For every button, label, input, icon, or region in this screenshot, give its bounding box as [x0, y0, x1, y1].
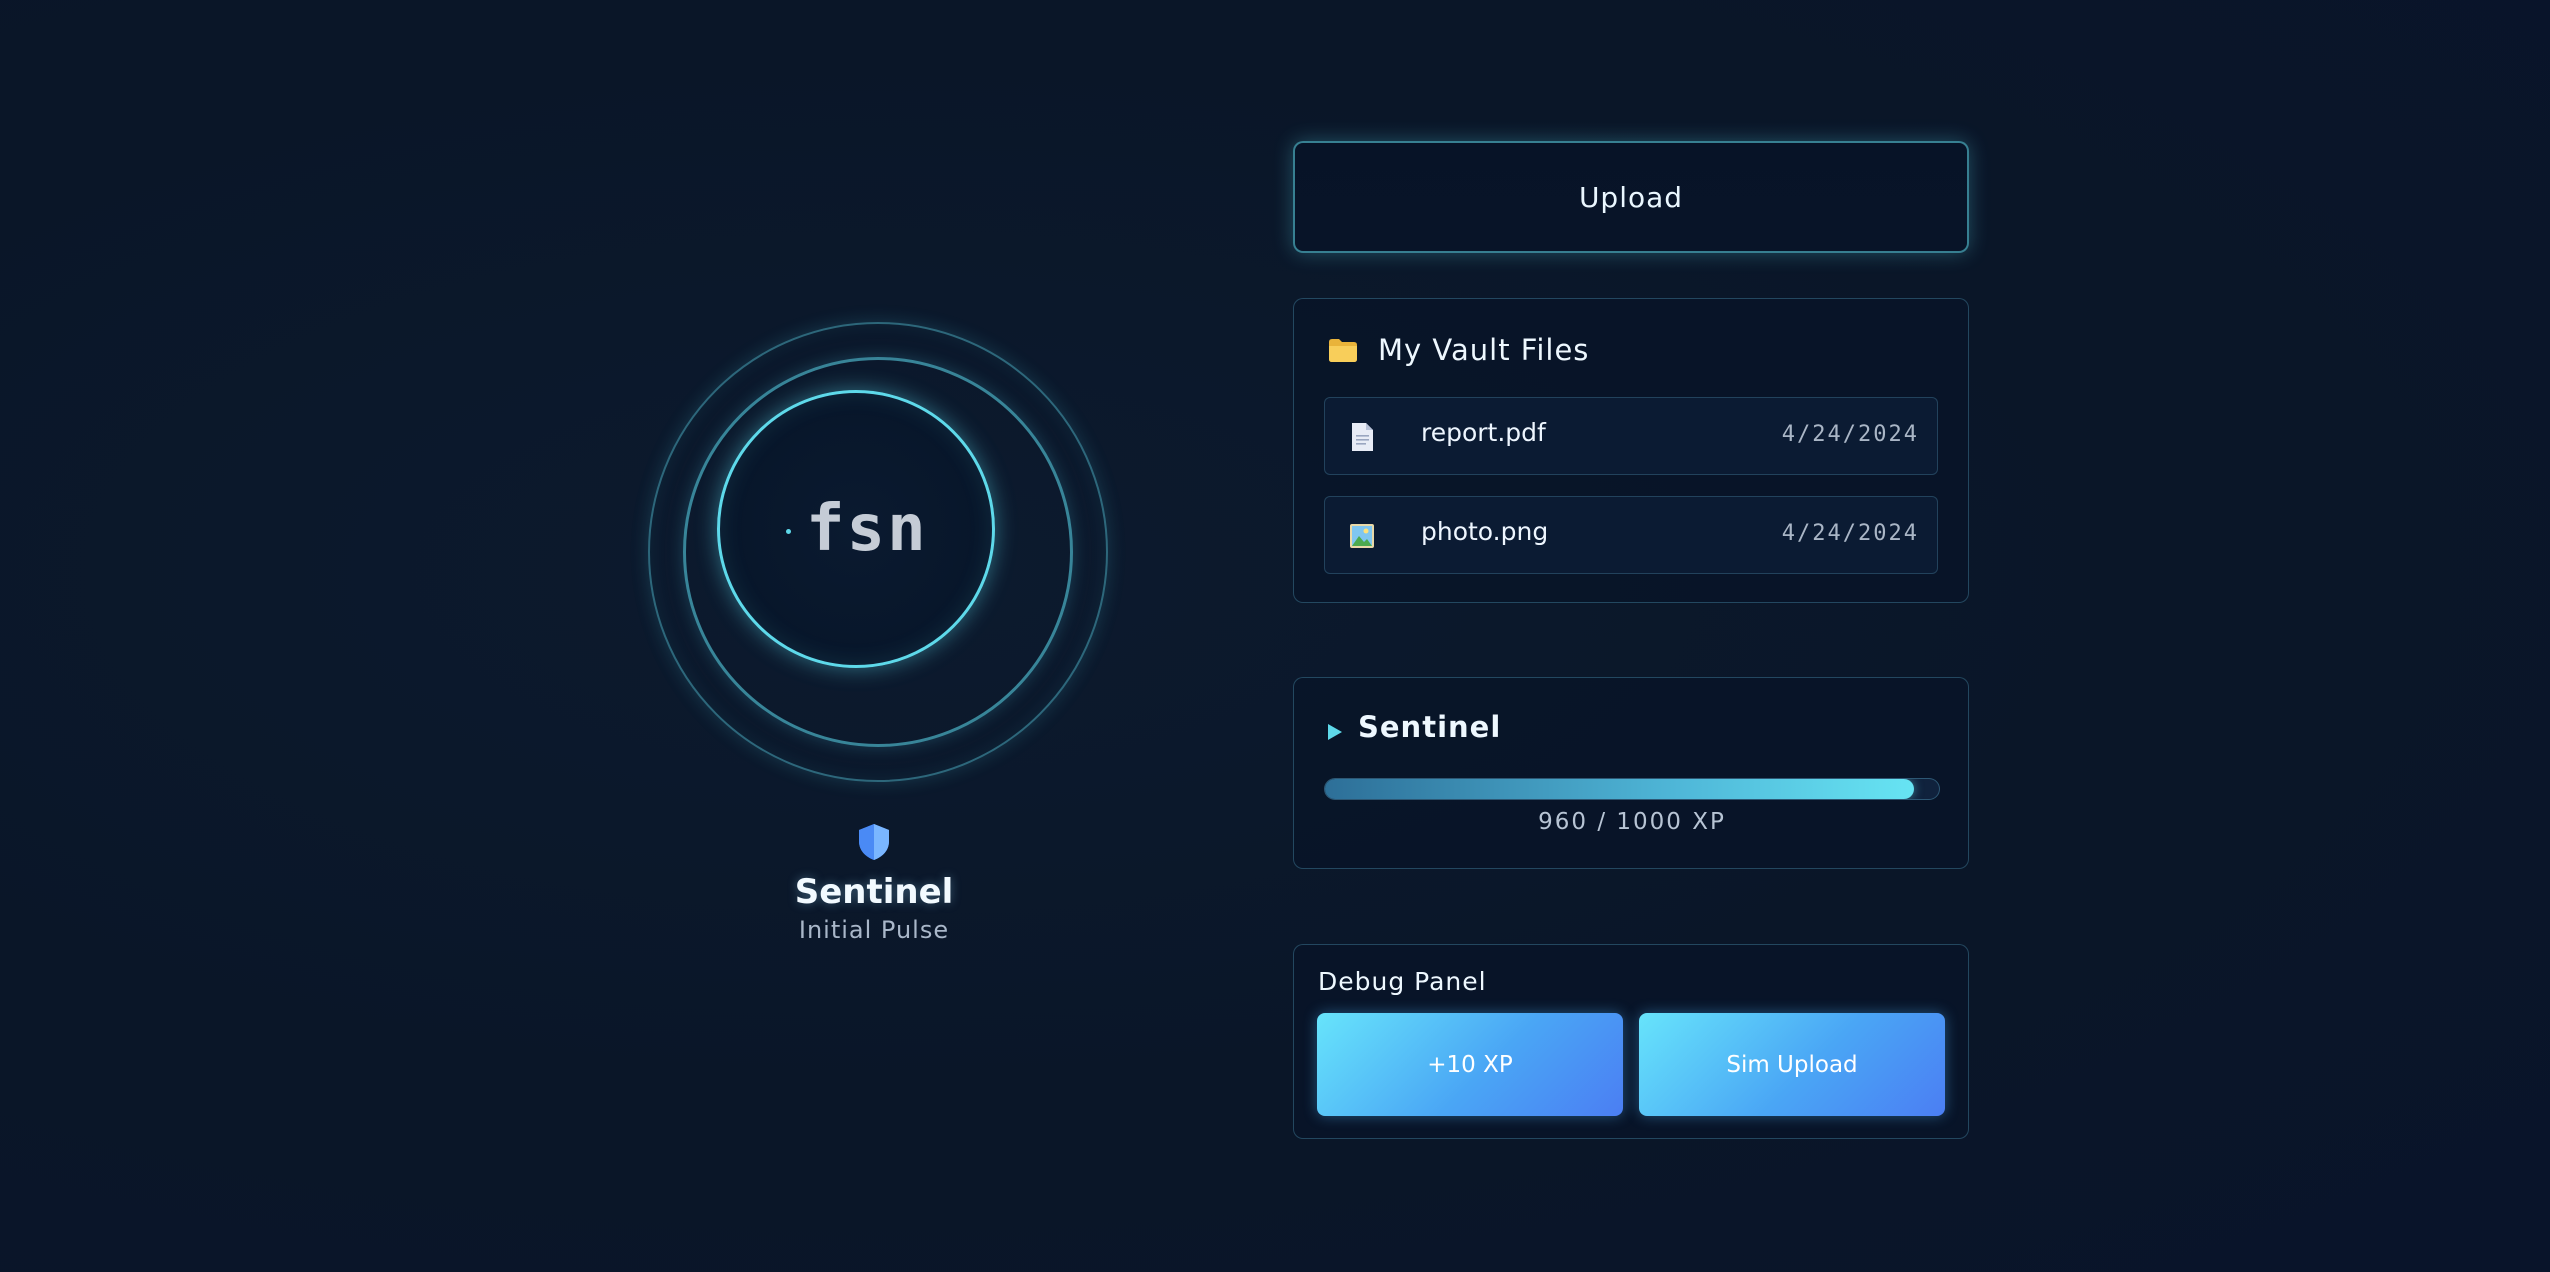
- vault-title: My Vault Files: [1378, 333, 1590, 367]
- xp-progress-fill: [1325, 779, 1915, 799]
- app-root: fsn Sentinel Initial Pulse Upload My Vau…: [0, 0, 2550, 1272]
- add-xp-button[interactable]: +10 XP: [1317, 1013, 1623, 1116]
- rank-block: Sentinel Initial Pulse: [700, 822, 1048, 944]
- document-icon: [1352, 423, 1373, 451]
- file-row[interactable]: photo.png 4/24/2024: [1324, 496, 1938, 574]
- pulse-orb: fsn: [648, 322, 1108, 782]
- file-date: 4/24/2024: [1781, 521, 1919, 546]
- file-row[interactable]: report.pdf 4/24/2024: [1324, 397, 1938, 475]
- orb-label: fsn: [806, 492, 928, 566]
- shield-icon: [859, 824, 889, 860]
- xp-text: 960 / 1000 XP: [1538, 809, 1726, 835]
- file-name: report.pdf: [1421, 418, 1546, 447]
- sim-upload-button[interactable]: Sim Upload: [1639, 1013, 1945, 1116]
- debug-panel: Debug Panel +10 XP Sim Upload: [1293, 944, 1969, 1139]
- vault-header: My Vault Files: [1328, 333, 1589, 367]
- debug-title: Debug Panel: [1318, 967, 1487, 996]
- upload-button[interactable]: Upload: [1293, 141, 1969, 253]
- vault-files-panel: My Vault Files report.pdf 4/24/2024 phot…: [1293, 298, 1969, 603]
- image-icon: [1350, 524, 1374, 548]
- file-date: 4/24/2024: [1781, 422, 1919, 447]
- xp-progress-bar: [1324, 778, 1940, 800]
- file-name: photo.png: [1421, 517, 1549, 546]
- rank-progress-panel: Sentinel 960 / 1000 XP: [1293, 677, 1969, 869]
- rank-subtitle: Initial Pulse: [798, 916, 950, 944]
- rank-title: Sentinel: [794, 872, 954, 912]
- progress-title: Sentinel: [1358, 710, 1502, 744]
- orb-indicator-dot: [786, 529, 791, 534]
- folder-icon: [1329, 339, 1357, 362]
- play-icon: [1328, 724, 1342, 740]
